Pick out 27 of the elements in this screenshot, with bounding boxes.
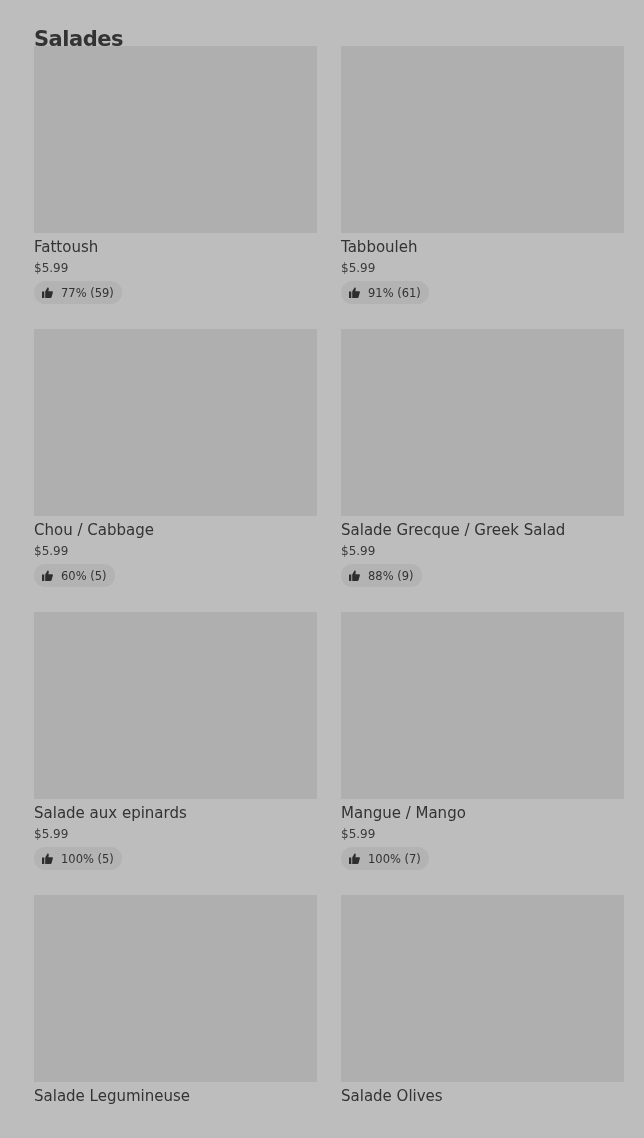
item-price: $5.99: [34, 827, 69, 842]
rating-text: 77% (59): [61, 285, 114, 300]
thumbs-up-icon: [349, 287, 360, 298]
item-name[interactable]: Fattoush: [34, 238, 99, 256]
item-price: $5.99: [34, 544, 69, 559]
thumbs-up-icon: [349, 570, 360, 581]
item-price: $5.99: [34, 261, 69, 276]
rating-text: 100% (7): [368, 851, 421, 866]
thumbs-up-icon: [42, 853, 53, 864]
thumbs-up-icon: [42, 287, 53, 298]
item-name[interactable]: Mangue / Mango: [341, 804, 466, 822]
item-name[interactable]: Salade Legumineuse: [34, 1087, 190, 1105]
item-name[interactable]: Chou / Cabbage: [34, 521, 154, 539]
item-name[interactable]: Salade Grecque / Greek Salad: [341, 521, 566, 539]
item-name[interactable]: Tabbouleh: [341, 238, 418, 256]
thumbs-up-icon: [42, 570, 53, 581]
rating-text: 88% (9): [368, 568, 414, 583]
item-name[interactable]: Salade Olives: [341, 1087, 443, 1105]
item-price: $5.99: [341, 544, 376, 559]
item-name[interactable]: Salade aux epinards: [34, 804, 187, 822]
rating-text: 60% (5): [61, 568, 107, 583]
rating-text: 100% (5): [61, 851, 114, 866]
item-price: $5.99: [341, 827, 376, 842]
rating-text: 91% (61): [368, 285, 421, 300]
item-price: $5.99: [341, 261, 376, 276]
thumbs-up-icon: [349, 853, 360, 864]
section-title: Salades: [34, 26, 124, 46]
